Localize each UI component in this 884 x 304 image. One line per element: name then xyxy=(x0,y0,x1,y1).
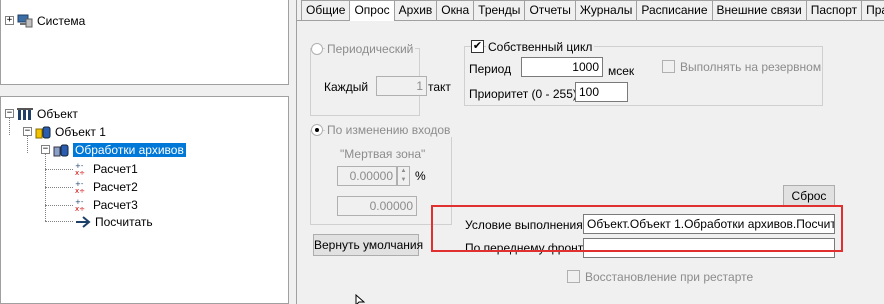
tree-item-label: Расчет3 xyxy=(93,197,138,212)
collapse-icon[interactable]: − xyxy=(23,127,32,136)
deadzone-label: "Мертвая зона" xyxy=(340,147,426,161)
reserve-label: Выполнять на резервном xyxy=(680,60,822,74)
tree-item-object[interactable]: − Объект xyxy=(5,105,78,122)
deadzone-value2-input[interactable]: 0.00000 xyxy=(337,196,417,216)
periodic-label: Периодический xyxy=(325,42,416,56)
computer-icon xyxy=(17,14,33,28)
period-input[interactable]: 1000 xyxy=(521,57,603,77)
properties-panel: Общие Опрос Архив Окна Тренды Отчеты Жур… xyxy=(296,0,884,304)
each-label: Каждый xyxy=(324,80,369,94)
tact-label: такт xyxy=(428,80,451,94)
each-input[interactable]: 1 xyxy=(376,76,427,96)
tab-journals[interactable]: Журналы xyxy=(574,0,638,20)
tree-item-label: Обработки архивов xyxy=(73,142,186,157)
on-change-radio[interactable] xyxy=(311,124,323,136)
object-tree: − Объект − Объект 1 − Обработки архивов … xyxy=(0,96,289,304)
period-label: Период xyxy=(469,62,512,76)
priority-label: Приоритет (0 - 255) xyxy=(469,87,577,101)
module-icon xyxy=(35,125,51,139)
collapse-icon[interactable]: − xyxy=(41,145,50,154)
tree-item-calc2[interactable]: +- x÷ Расчет2 xyxy=(75,178,138,195)
svg-text:x÷: x÷ xyxy=(75,169,85,176)
tree-item-label: Объект 1 xyxy=(55,124,106,139)
own-cycle-checkbox[interactable]: ✔ xyxy=(471,40,484,53)
arrow-icon xyxy=(75,215,91,229)
calc-icon: +- x÷ xyxy=(75,180,89,195)
system-tree: + Система xyxy=(0,0,289,85)
cursor-icon xyxy=(355,294,365,304)
percent-label: % xyxy=(415,169,426,183)
restart-checkbox[interactable] xyxy=(567,270,580,283)
calc-icon: +- x÷ xyxy=(75,162,89,177)
tree-item-label: Посчитать xyxy=(95,214,153,229)
tab-trends[interactable]: Тренды xyxy=(473,0,526,20)
deadzone-spinner[interactable]: ▲ ▼ xyxy=(397,166,410,186)
tab-polling[interactable]: Опрос xyxy=(349,0,395,21)
tree-item-system[interactable]: + Система xyxy=(5,12,85,29)
svg-text:x÷: x÷ xyxy=(75,187,85,194)
left-panel: + Система − Объект − Объект 1 − Обработк… xyxy=(0,0,289,304)
tab-reports[interactable]: Отчеты xyxy=(524,0,576,20)
tab-external-links[interactable]: Внешние связи xyxy=(711,0,807,20)
reset-button[interactable]: Сброс xyxy=(783,185,835,207)
tree-item-label: Расчет2 xyxy=(93,179,138,194)
tab-schedule[interactable]: Расписание xyxy=(636,0,713,20)
highlight-box xyxy=(431,205,843,252)
tree-item-calc1[interactable]: +- x÷ Расчет1 xyxy=(75,160,138,177)
tab-archive[interactable]: Архив xyxy=(393,0,438,20)
periodic-radio[interactable] xyxy=(311,43,323,55)
period-unit: мсек xyxy=(608,64,635,78)
tree-item-object-1[interactable]: − Объект 1 xyxy=(23,123,106,140)
tree-item-label: Объект xyxy=(37,106,78,121)
tab-passport[interactable]: Паспорт xyxy=(805,0,863,20)
tab-bar: Общие Опрос Архив Окна Тренды Отчеты Жур… xyxy=(301,0,884,21)
own-cycle-label: Собственный цикл xyxy=(486,40,595,54)
svg-text:x÷: x÷ xyxy=(75,205,85,212)
deadzone-input[interactable]: 0.00000 xyxy=(337,166,397,186)
on-change-label: По изменению входов xyxy=(325,123,453,137)
restore-defaults-button[interactable]: Вернуть умолчания xyxy=(313,234,423,256)
calc-icon: +- x÷ xyxy=(75,198,89,213)
tree-item-label: Расчет1 xyxy=(93,161,138,176)
tree-item-count[interactable]: Посчитать xyxy=(75,213,153,230)
collapse-icon[interactable]: − xyxy=(5,109,14,118)
tree-item-archive-processing[interactable]: − Обработки архивов xyxy=(41,141,186,158)
expand-icon[interactable]: + xyxy=(5,16,14,25)
reserve-checkbox[interactable] xyxy=(662,60,675,73)
tab-windows[interactable]: Окна xyxy=(436,0,475,20)
tree-item-calc3[interactable]: +- x÷ Расчет3 xyxy=(75,196,138,213)
tree-item-label: Система xyxy=(37,13,86,28)
tab-rights[interactable]: Прав xyxy=(861,0,884,20)
tab-general[interactable]: Общие xyxy=(301,0,351,20)
priority-input[interactable]: 100 xyxy=(575,82,628,102)
module-icon xyxy=(53,143,69,157)
restart-label: Восстановление при рестарте xyxy=(585,270,754,284)
object-icon xyxy=(17,107,33,121)
